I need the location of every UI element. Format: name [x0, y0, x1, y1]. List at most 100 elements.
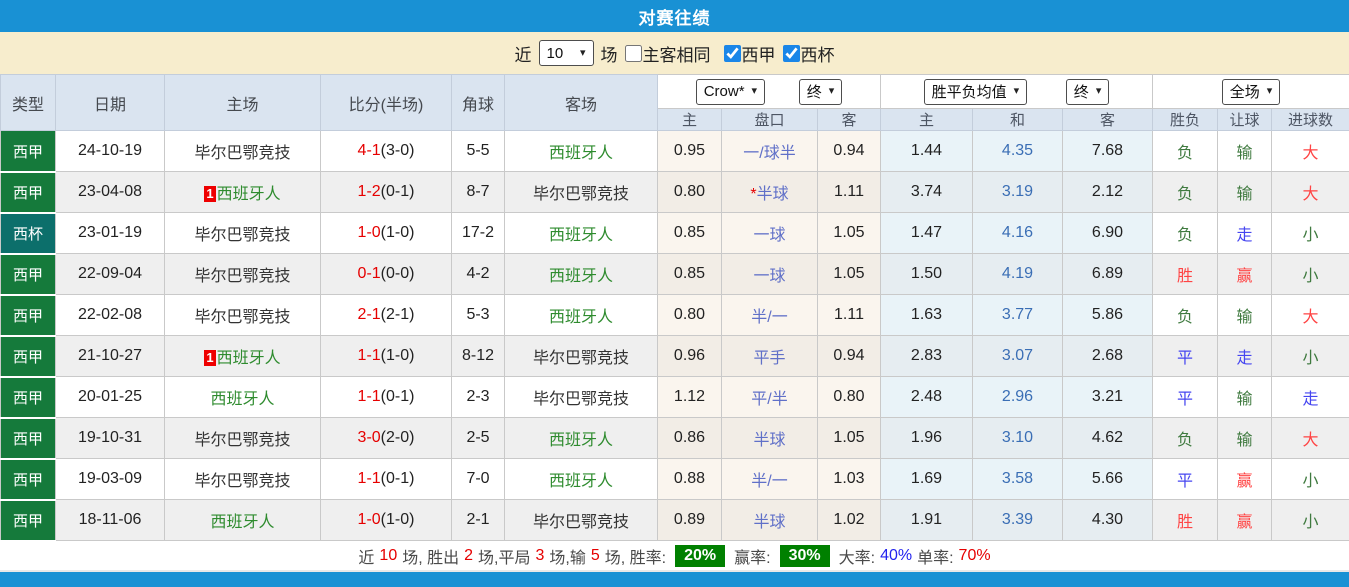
subheader-odds-home: 主 — [657, 108, 722, 132]
half-time-score: (0-1) — [380, 470, 415, 488]
cell-outcome: 胜 — [1152, 253, 1218, 296]
home-team-name: 西班牙人 — [210, 514, 275, 532]
league2-checkbox[interactable] — [782, 44, 800, 62]
same-side-checkbox[interactable] — [624, 44, 642, 62]
chevron-down-icon: ▾ — [1266, 85, 1273, 98]
cell-avg-away: 6.89 — [1062, 253, 1153, 296]
cell-home-team: 毕尔巴鄂竞技 — [164, 130, 321, 173]
subheader-avg-away: 客 — [1062, 108, 1153, 132]
cell-odds-home: 0.86 — [657, 417, 722, 460]
draw-count: 3 — [535, 547, 545, 565]
cell-away-team: 毕尔巴鄂竞技 — [504, 499, 658, 542]
cell-outcome: 负 — [1152, 130, 1218, 173]
cell-odds-away: 1.11 — [817, 294, 881, 337]
full-time-score: 1-2 — [357, 183, 381, 201]
same-side-option[interactable]: 主客相同 — [624, 41, 711, 66]
full-time-score: 3-0 — [357, 429, 381, 447]
cell-odds-home: 0.88 — [657, 458, 722, 501]
summary-text: 近 — [358, 550, 375, 568]
avg-odds-select[interactable]: 胜平负均值 ▾ — [923, 78, 1028, 105]
handicap-value: 一球 — [753, 268, 786, 286]
cell-home-team: 毕尔巴鄂竞技 — [164, 294, 321, 337]
cell-avg-draw: 4.16 — [972, 212, 1063, 255]
loss-count: 5 — [590, 547, 600, 565]
handicap-value: 一球 — [753, 227, 786, 245]
cell-handicap: 半球 — [721, 499, 818, 542]
cell-home-team: 毕尔巴鄂竞技 — [164, 458, 321, 501]
cell-date: 18-11-06 — [55, 499, 165, 542]
away-team-name: 西班牙人 — [548, 473, 613, 491]
half-time-score: (1-0) — [380, 347, 415, 365]
league2-option[interactable]: 西杯 — [782, 41, 835, 66]
home-team-name: 西班牙人 — [216, 186, 281, 204]
away-team-name: 西班牙人 — [548, 432, 613, 450]
cell-home-team: 1 西班牙人 — [164, 171, 321, 214]
col-header-score: 比分(半场) — [320, 74, 452, 132]
cell-goals-result: 小 — [1271, 335, 1349, 378]
cell-corners: 4-2 — [451, 253, 505, 296]
cell-avg-away: 6.90 — [1062, 212, 1153, 255]
cell-handicap-result: 输 — [1217, 376, 1272, 419]
away-team-name: 毕尔巴鄂竞技 — [532, 514, 629, 532]
cell-avg-home: 2.48 — [880, 376, 973, 419]
cell-date: 24-10-19 — [55, 130, 165, 173]
handicap-value: 半球 — [753, 514, 786, 532]
cell-date: 23-01-19 — [55, 212, 165, 255]
bookmaker-select[interactable]: Crow* ▾ — [695, 78, 766, 105]
cell-corners: 8-7 — [451, 171, 505, 214]
cell-odds-home: 0.95 — [657, 130, 722, 173]
cell-handicap-result: 输 — [1217, 171, 1272, 214]
table-row: 西甲 20-01-25 西班牙人 1-1(0-1) 2-3 毕尔巴鄂竞技 1.1… — [0, 376, 1349, 419]
cell-away-team: 西班牙人 — [504, 294, 658, 337]
cell-corners: 5-3 — [451, 294, 505, 337]
col-header-corners: 角球 — [451, 74, 505, 132]
cell-home-team: 毕尔巴鄂竞技 — [164, 253, 321, 296]
cell-corners: 2-1 — [451, 499, 505, 542]
cell-handicap: 平/半 — [721, 376, 818, 419]
odds-time-select[interactable]: 终 ▾ — [798, 78, 843, 105]
summary-bar: 近 10 场, 胜出 2 场,平局 3 场,输 5 场, 胜率: 20% 赢率:… — [0, 541, 1349, 571]
cell-handicap-result: 输 — [1217, 417, 1272, 460]
cell-avg-draw: 2.96 — [972, 376, 1063, 419]
league1-checkbox[interactable] — [723, 44, 741, 62]
cell-away-team: 西班牙人 — [504, 253, 658, 296]
cell-avg-draw: 4.19 — [972, 253, 1063, 296]
summary-text: 场,输 — [549, 550, 586, 568]
cell-outcome: 平 — [1152, 458, 1218, 501]
scope-select-group: 全场 ▾ — [1152, 74, 1349, 110]
cell-outcome: 平 — [1152, 376, 1218, 419]
league1-option[interactable]: 西甲 — [723, 41, 776, 66]
cell-outcome: 负 — [1152, 417, 1218, 460]
half-time-score: (3-0) — [380, 142, 415, 160]
col-header-home: 主场 — [164, 74, 321, 132]
cell-handicap-result: 赢 — [1217, 253, 1272, 296]
cell-handicap-result: 输 — [1217, 294, 1272, 337]
cell-handicap: 半/一 — [721, 294, 818, 337]
cell-avg-home: 1.96 — [880, 417, 973, 460]
avg-time-select[interactable]: 终 ▾ — [1065, 78, 1110, 105]
subheader-avg-home: 主 — [880, 108, 973, 132]
cell-avg-home: 1.63 — [880, 294, 973, 337]
cell-avg-draw: 4.35 — [972, 130, 1063, 173]
subheader-goals: 进球数 — [1271, 108, 1349, 132]
home-team-name: 毕尔巴鄂竞技 — [194, 145, 291, 163]
cell-avg-away: 2.12 — [1062, 171, 1153, 214]
subheader-outcome: 胜负 — [1152, 108, 1218, 132]
cell-home-team: 1 西班牙人 — [164, 335, 321, 378]
cell-away-team: 西班牙人 — [504, 417, 658, 460]
cell-avg-away: 7.68 — [1062, 130, 1153, 173]
cell-odds-away: 1.05 — [817, 417, 881, 460]
win-rate-badge: 20% — [675, 545, 726, 568]
cell-date: 22-09-04 — [55, 253, 165, 296]
chevron-down-icon: ▾ — [1095, 85, 1102, 98]
cell-league-type: 西甲 — [0, 171, 56, 214]
matches-label: 场 — [600, 45, 618, 65]
cell-handicap: 半/一 — [721, 458, 818, 501]
match-count-select[interactable]: 10 ▾ — [538, 40, 594, 67]
scope-select[interactable]: 全场 ▾ — [1221, 78, 1281, 105]
cell-goals-result: 小 — [1271, 212, 1349, 255]
cell-avg-draw: 3.10 — [972, 417, 1063, 460]
cell-avg-draw: 3.39 — [972, 499, 1063, 542]
half-time-score: (0-1) — [380, 388, 415, 406]
cell-odds-away: 1.05 — [817, 253, 881, 296]
